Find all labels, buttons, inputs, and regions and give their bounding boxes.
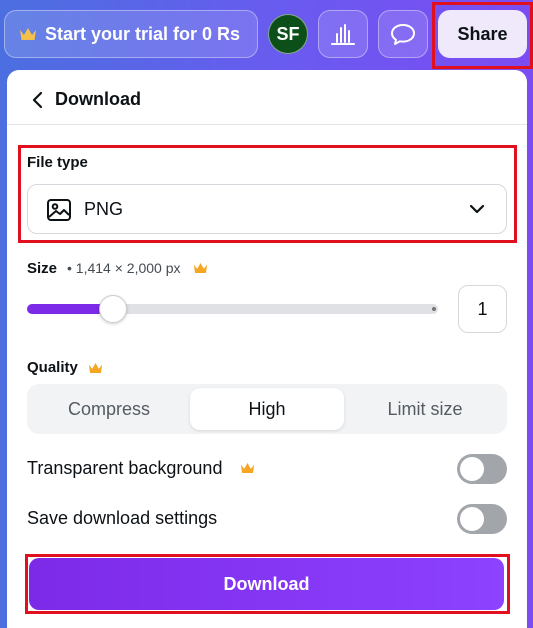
crown-icon (193, 263, 207, 273)
start-trial-button[interactable]: Start your trial for 0 Rs (4, 10, 258, 58)
size-row: Size • 1,414 × 2,000 px (27, 258, 208, 278)
size-slider-thumb[interactable] (99, 295, 127, 323)
quality-row: Quality (27, 359, 103, 376)
panel-title: Download (55, 89, 141, 109)
download-button[interactable]: Download (29, 558, 504, 610)
quality-option-high[interactable]: High (190, 388, 344, 430)
toggle-knob (460, 457, 484, 481)
file-type-value: PNG (84, 199, 124, 219)
quality-option-compress[interactable]: Compress (31, 388, 187, 430)
panel-header: Download (7, 70, 527, 125)
save-settings-toggle[interactable] (457, 504, 507, 534)
crown-icon (240, 463, 255, 473)
size-label: Size (27, 259, 58, 277)
toggle-knob (460, 507, 484, 531)
transparent-background-toggle[interactable] (457, 454, 507, 484)
chart-icon (331, 24, 355, 45)
save-settings-label: Save download settings (27, 508, 218, 528)
file-type-select[interactable]: PNG (27, 184, 507, 234)
trial-label: Start your trial for 0 Rs (45, 23, 241, 44)
quality-option-limit-size[interactable]: Limit size (347, 388, 503, 430)
transparent-background-label: Transparent background (27, 458, 223, 478)
crown-icon (88, 362, 103, 373)
transparent-background-row: Transparent background (27, 454, 507, 484)
share-button[interactable]: Share (438, 10, 527, 58)
comment-icon (391, 24, 415, 45)
crown-icon (20, 28, 36, 40)
chevron-left-icon[interactable] (29, 89, 47, 111)
slider-end-dot (432, 307, 436, 311)
size-scale-input[interactable] (458, 285, 507, 333)
comments-button[interactable] (378, 10, 428, 58)
avatar[interactable]: SF (268, 14, 308, 54)
top-bar: Start your trial for 0 Rs SF Share (0, 0, 533, 70)
quality-label: Quality (27, 359, 78, 376)
save-settings-row: Save download settings (27, 504, 507, 534)
download-panel: Download File type PNG Size • 1,414 × 2,… (7, 70, 527, 628)
file-type-label: File type (27, 154, 88, 171)
size-slider[interactable] (27, 295, 438, 323)
image-icon (47, 199, 71, 221)
size-dimensions: • 1,414 × 2,000 px (67, 260, 181, 276)
chevron-down-icon (469, 204, 485, 214)
quality-segmented-control: Compress High Limit size (27, 384, 507, 434)
insights-button[interactable] (318, 10, 368, 58)
